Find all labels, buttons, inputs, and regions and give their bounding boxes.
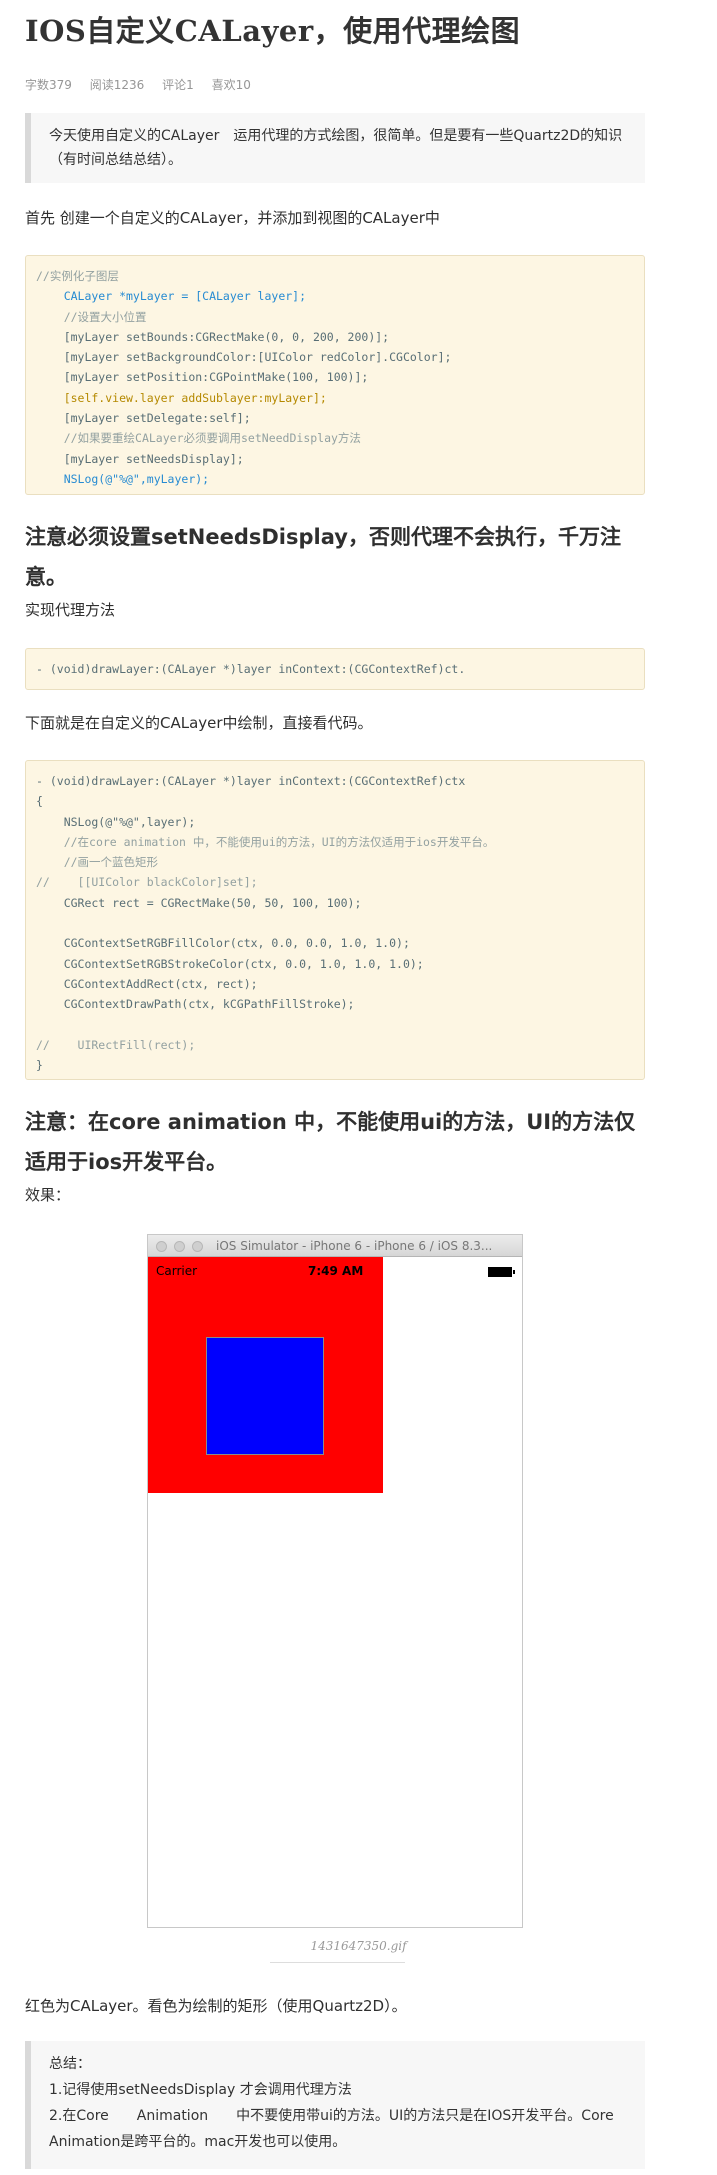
code-line: [myLayer setDelegate:self]; xyxy=(36,411,251,426)
status-carrier: Carrier xyxy=(156,1264,198,1278)
paragraph-effect: 效果： xyxy=(25,1186,71,1204)
paragraph-delegate-method: 实现代理方法 xyxy=(25,601,116,619)
code-line: [myLayer setPosition:CGPointMake(100, 10… xyxy=(36,370,369,385)
code-line: - (void)drawLayer:(CALayer *)layer inCon… xyxy=(36,662,466,676)
window-minimize-icon xyxy=(174,1241,185,1252)
code-line: CALayer *myLayer = [CALayer layer]; xyxy=(36,289,307,304)
caption-divider xyxy=(270,1962,405,1963)
code-line: CGContextAddRect(ctx, rect); xyxy=(36,976,258,991)
code-line: NSLog(@"%@",layer); xyxy=(36,814,196,829)
comment-count[interactable]: 评论1 xyxy=(162,78,194,92)
code-block-setup: //实例化子图层 CALayer *myLayer = [CALayer lay… xyxy=(25,255,645,495)
paragraph-color-explanation: 红色为CALayer。看色为绘制的矩形（使用Quartz2D）。 xyxy=(25,1997,407,2015)
summary-line-3: Animation是跨平台的。mac开发也可以使用。 xyxy=(49,2134,347,2150)
code-line: // [[UIColor blackColor]set]; xyxy=(36,875,258,890)
window-close-icon xyxy=(156,1241,167,1252)
code-line: [myLayer setBounds:CGRectMake(0, 0, 200,… xyxy=(36,329,390,344)
code-block-draw-layer: - (void)drawLayer:(CALayer *)layer inCon… xyxy=(25,760,645,1080)
paragraph-create-layer: 首先 创建一个自定义的CALayer，并添加到视图的CALayer中 xyxy=(25,209,440,227)
code-line: [myLayer setBackgroundColor:[UIColor red… xyxy=(36,350,452,365)
blue-drawn-rect xyxy=(206,1337,324,1455)
code-line: CGContextSetRGBFillColor(ctx, 0.0, 0.0, … xyxy=(36,936,410,951)
window-zoom-icon xyxy=(192,1241,203,1252)
code-line: //实例化子图层 xyxy=(36,269,119,283)
simulator-title: iOS Simulator - iPhone 6 - iPhone 6 / iO… xyxy=(216,1239,493,1253)
code-line: - (void)drawLayer:(CALayer *)layer inCon… xyxy=(36,774,466,788)
code-line: CGRect rect = CGRectMake(50, 50, 100, 10… xyxy=(36,895,362,910)
simulator-title-bar: iOS Simulator - iPhone 6 - iPhone 6 / iO… xyxy=(148,1235,522,1257)
summary-line-1: 1.记得使用setNeedsDisplay 才会调用代理方法 xyxy=(49,2082,352,2098)
word-count: 字数379 xyxy=(25,78,72,92)
code-line: { xyxy=(36,794,43,809)
code-line: //在core animation 中，不能使用ui的方法，UI的方法仅适用于i… xyxy=(36,834,495,849)
image-caption: 1431647350.gif xyxy=(310,1939,407,1953)
code-line: CGContextSetRGBStrokeColor(ctx, 0.0, 1.0… xyxy=(36,956,424,971)
code-block-delegate-signature: - (void)drawLayer:(CALayer *)layer inCon… xyxy=(25,648,645,690)
article-meta: 字数379 阅读1236 评论1 喜欢10 xyxy=(25,76,265,93)
code-line: NSLog(@"%@",myLayer); xyxy=(36,471,210,486)
heading-set-needs-display: 注意必须设置setNeedsDisplay，否则代理不会执行，千万注意。 xyxy=(25,525,621,589)
heading-core-animation-note: 注意：在core animation 中，不能使用ui的方法，UI的方法仅适用于… xyxy=(25,1110,636,1174)
intro-quote: 今天使用自定义的CALayer 运用代理的方式绘图，很简单。但是要有一些Quar… xyxy=(25,113,645,183)
code-line: //画一个蓝色矩形 xyxy=(36,855,159,870)
code-line: [myLayer setNeedsDisplay]; xyxy=(36,451,244,466)
paragraph-draw-in-layer: 下面就是在自定义的CALayer中绘制，直接看代码。 xyxy=(25,714,373,732)
code-line: // UIRectFill(rect); xyxy=(36,1037,196,1052)
battery-icon xyxy=(488,1267,515,1277)
status-time: 7:49 AM xyxy=(308,1264,364,1278)
simulator-screenshot: iOS Simulator - iPhone 6 - iPhone 6 / iO… xyxy=(147,1234,523,1928)
summary-line-2: 2.在Core Animation 中不要使用带ui的方法。UI的方法只是在IO… xyxy=(49,2108,614,2124)
code-line: } xyxy=(36,1058,43,1073)
summary-quote: 总结： 1.记得使用setNeedsDisplay 才会调用代理方法 2.在Co… xyxy=(25,2041,645,2169)
read-count: 阅读1236 xyxy=(89,78,145,92)
code-line: //如果要重绘CALayer必须要调用setNeedDisplay方法 xyxy=(36,431,361,446)
code-line: //设置大小位置 xyxy=(36,309,147,324)
like-count[interactable]: 喜欢10 xyxy=(212,78,251,92)
code-line: CGContextDrawPath(ctx, kCGPathFillStroke… xyxy=(36,997,355,1012)
article-title: IOS自定义CALayer，使用代理绘图 xyxy=(25,14,521,48)
code-line: [self.view.layer addSublayer:myLayer]; xyxy=(36,390,327,405)
summary-title: 总结： xyxy=(49,2056,91,2072)
